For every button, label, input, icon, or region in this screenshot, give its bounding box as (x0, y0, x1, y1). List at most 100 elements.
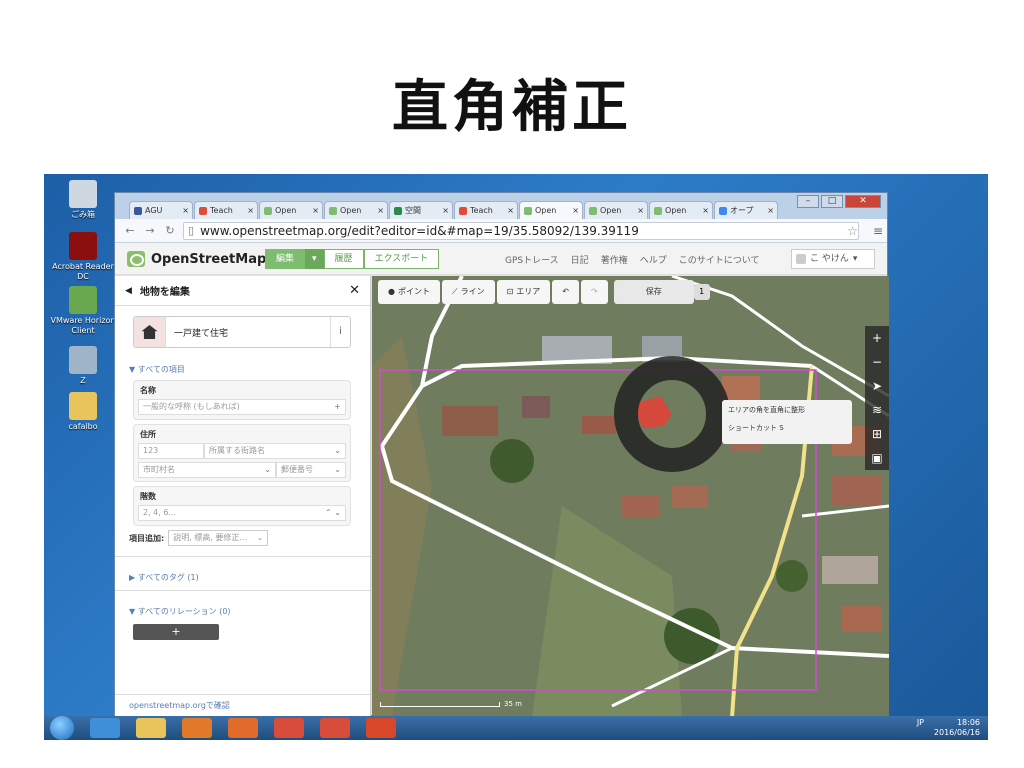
browser-window: AGU × Teach × Open × Open × 空間 × Teach × Open × Open × O… (114, 192, 889, 717)
link-about[interactable]: このサイトについて (679, 253, 760, 266)
browser-tab[interactable]: AGU × (129, 201, 193, 219)
ime-indicator[interactable]: JP (917, 718, 924, 727)
stepper-icon[interactable]: ⌃ ⌄ (325, 506, 341, 520)
link-copyright[interactable]: 著作権 (601, 253, 628, 266)
edit-dropdown-icon[interactable]: ▾ (305, 249, 324, 269)
chevron-down-icon: ⌄ (334, 446, 341, 455)
edit-button[interactable]: 編集 (265, 249, 306, 269)
tab-close-icon[interactable]: × (637, 203, 647, 219)
browser-tab[interactable]: 空間 × (389, 201, 453, 219)
zoom-in-icon[interactable]: + (865, 326, 889, 350)
housenumber-input[interactable]: 123 (138, 443, 204, 459)
tab-close-icon[interactable]: × (702, 203, 712, 219)
save-button[interactable]: 保存 (613, 280, 694, 304)
geolocate-icon[interactable]: ➤ (865, 374, 889, 398)
info-icon[interactable]: i (330, 317, 350, 347)
help-icon[interactable]: ▣ (865, 446, 889, 470)
media-player-icon[interactable] (182, 718, 212, 738)
back-icon[interactable]: ← (123, 224, 137, 237)
add-relation-button[interactable]: + (133, 624, 219, 640)
add-area-label: エリア (516, 287, 541, 296)
map-data-icon[interactable]: ⊞ (865, 422, 889, 446)
browser-menu-icon[interactable]: ≡ (873, 224, 887, 238)
url-field[interactable]: ▯ www.openstreetmap.org/edit?editor=id&#… (183, 221, 859, 240)
export-button[interactable]: エクスポート (363, 249, 440, 269)
tab-close-icon[interactable]: × (507, 203, 517, 219)
recycle-bin-icon (69, 180, 97, 208)
layers-icon[interactable]: ≋ (865, 398, 889, 422)
acrobat-shortcut[interactable]: Acrobat Reader DC (48, 232, 118, 282)
add-point-button[interactable]: ● ポイント (378, 280, 440, 304)
browser-tab[interactable]: オープ × (714, 201, 778, 219)
maximize-icon[interactable]: □ (821, 195, 843, 208)
tab-close-icon[interactable]: × (442, 203, 452, 219)
map-canvas[interactable]: ● ポイント ⟋ ライン ⊡ エリア ↶ ↷ 保存 1 + − ➤ ≋ ⊞ ▣ エリア… (372, 276, 889, 717)
tab-close-icon[interactable]: × (182, 203, 192, 219)
browser-tab[interactable]: Open × (519, 201, 583, 219)
tab-close-icon[interactable]: × (767, 203, 777, 219)
browser-tab[interactable]: Open × (649, 201, 713, 219)
postcode-input[interactable]: 郵便番号 ⌄ (276, 462, 346, 478)
name-input[interactable]: 一般的な呼称 (もしあれば) + (138, 399, 346, 415)
pin-icon: ● (388, 287, 395, 296)
clock[interactable]: 18:06 2016/06/16 (934, 718, 980, 738)
city-input[interactable]: 市町村名 ⌄ (138, 462, 276, 478)
osm-logo[interactable]: OpenStreetMap (127, 251, 266, 267)
tab-close-icon[interactable]: × (312, 203, 322, 219)
view-on-osm-link[interactable]: openstreetmap.orgで確認 (129, 700, 230, 711)
back-arrow-icon[interactable]: ◀ (125, 286, 132, 296)
all-fields-toggle[interactable]: ▼ すべての項目 (129, 364, 185, 375)
chrome-active-icon[interactable] (320, 718, 350, 738)
tab-label: Teach (210, 205, 233, 215)
all-tags-toggle[interactable]: ▶ すべてのタグ (1) (129, 572, 199, 583)
browser-tab[interactable]: Open × (259, 201, 323, 219)
minimize-icon[interactable]: – (797, 195, 819, 208)
close-window-icon[interactable]: ✕ (845, 195, 881, 208)
link-help[interactable]: ヘルプ (640, 253, 667, 266)
vmware-shortcut[interactable]: VMware Horizon Client (48, 286, 118, 336)
preset-selector[interactable]: 一戸建て住宅 i (133, 316, 351, 348)
z-drive-shortcut[interactable]: Z (48, 346, 118, 386)
history-button[interactable]: 履歴 (323, 249, 364, 269)
tab-favicon-icon (589, 206, 597, 215)
link-diary[interactable]: 日記 (571, 253, 589, 266)
powerpoint-icon[interactable] (366, 718, 396, 738)
bookmark-star-icon[interactable]: ☆ (847, 224, 858, 238)
redo-button[interactable]: ↷ (581, 280, 608, 304)
folder-shortcut[interactable]: cafalbo (48, 392, 118, 432)
sidebar-header: ◀ 地物を編集 ✕ (115, 276, 370, 306)
osm-logo-icon (127, 251, 145, 267)
reload-icon[interactable]: ↻ (163, 224, 177, 237)
add-line-button[interactable]: ⟋ ライン (441, 280, 495, 304)
browser-tab[interactable]: Open × (584, 201, 648, 219)
forward-icon[interactable]: → (143, 224, 157, 237)
chrome-icon[interactable] (274, 718, 304, 738)
firefox-icon[interactable] (228, 718, 258, 738)
acrobat-icon (69, 232, 97, 260)
tab-close-icon[interactable]: × (572, 203, 582, 219)
browser-tab[interactable]: Teach × (454, 201, 518, 219)
zoom-out-icon[interactable]: − (865, 350, 889, 374)
tab-favicon-icon (459, 206, 467, 215)
user-menu[interactable]: こ やけん ▾ (791, 249, 875, 269)
close-icon[interactable]: ✕ (349, 283, 360, 298)
tab-strip: AGU × Teach × Open × Open × 空間 × Teach × Open × Open × O… (115, 193, 887, 219)
levels-input[interactable]: 2, 4, 6... ⌃ ⌄ (138, 505, 346, 521)
tab-close-icon[interactable]: × (377, 203, 387, 219)
tab-favicon-icon (264, 206, 272, 215)
add-name-icon[interactable]: + (334, 400, 341, 414)
browser-tab[interactable]: Open × (324, 201, 388, 219)
ie-icon[interactable] (90, 718, 120, 738)
browser-tab[interactable]: Teach × (194, 201, 258, 219)
add-field-select[interactable]: 説明, 標高, 要修正... ⌄ (168, 530, 269, 546)
explorer-icon[interactable] (136, 718, 166, 738)
street-input[interactable]: 所属する街路名 ⌄ (204, 443, 346, 459)
start-button[interactable] (50, 716, 74, 740)
undo-button[interactable]: ↶ (552, 280, 579, 304)
add-area-button[interactable]: ⊡ エリア (496, 280, 551, 304)
tab-close-icon[interactable]: × (247, 203, 257, 219)
all-relations-toggle[interactable]: ▼ すべてのリレーション (0) (129, 606, 231, 617)
preset-name: 一戸建て住宅 (174, 328, 229, 339)
link-gps[interactable]: GPSトレース (505, 253, 559, 266)
recycle-bin-shortcut[interactable]: ごみ箱 (48, 180, 118, 220)
